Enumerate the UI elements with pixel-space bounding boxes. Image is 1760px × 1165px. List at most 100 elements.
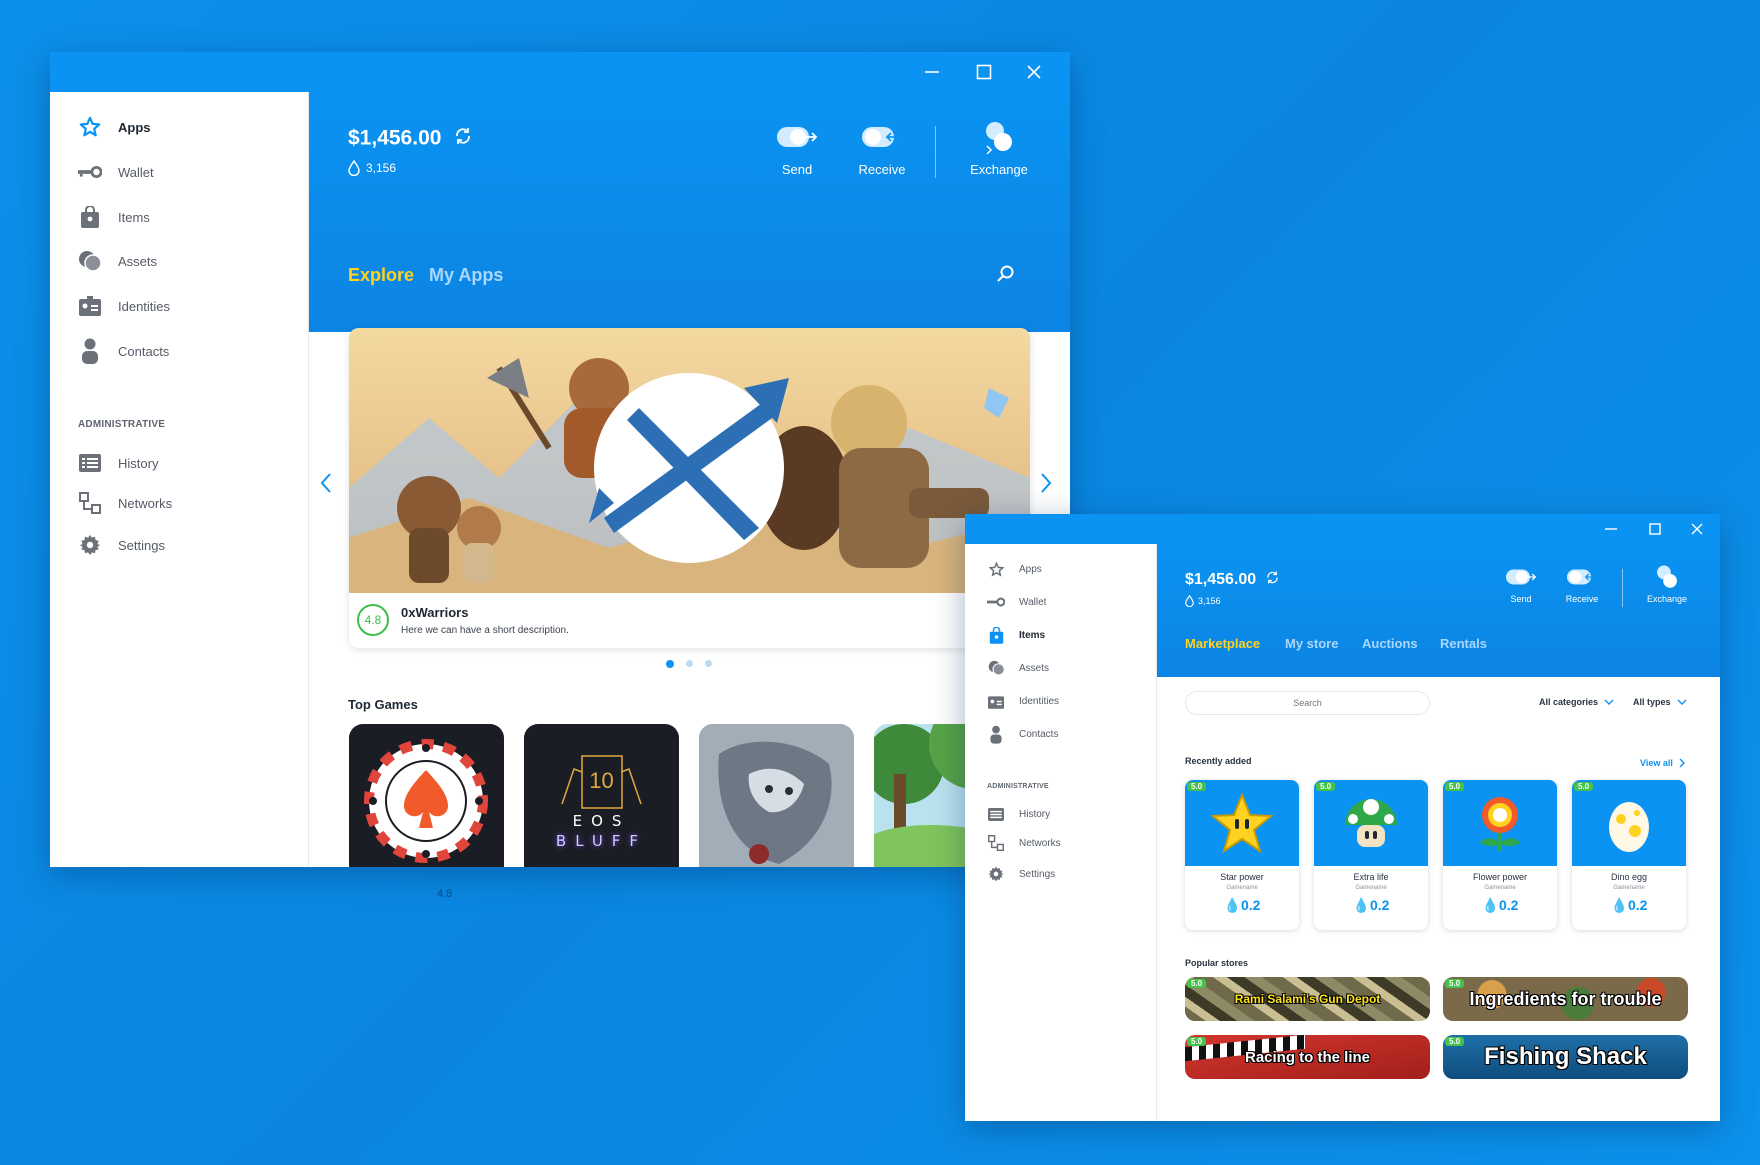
sidebar-item-networks[interactable]: Networks bbox=[987, 832, 1061, 854]
drop-icon: 💧 bbox=[1481, 897, 1499, 913]
sidebar-item-identities[interactable]: Identities bbox=[78, 291, 170, 321]
chevron-right-icon bbox=[1041, 473, 1052, 493]
maximize-button[interactable] bbox=[1640, 514, 1670, 544]
view-all-link[interactable]: View all bbox=[1640, 758, 1686, 768]
sidebar-item-history[interactable]: History bbox=[987, 803, 1050, 825]
send-button[interactable]: Send bbox=[1499, 566, 1543, 604]
send-button[interactable]: Send bbox=[767, 122, 827, 177]
sidebar-item-apps[interactable]: Apps bbox=[78, 112, 151, 142]
sidebar-item-label: Wallet bbox=[118, 164, 154, 180]
close-button[interactable] bbox=[1682, 514, 1712, 544]
sidebar-item-apps[interactable]: Apps bbox=[987, 558, 1042, 580]
key-icon bbox=[987, 597, 1005, 607]
sidebar-item-label: History bbox=[118, 455, 159, 471]
sidebar-item-networks[interactable]: Networks bbox=[78, 488, 172, 518]
carousel-dot-active[interactable] bbox=[666, 660, 674, 668]
person-icon bbox=[987, 725, 1005, 744]
chevron-left-icon bbox=[320, 473, 331, 493]
sidebar-item-settings[interactable]: Settings bbox=[987, 863, 1055, 885]
sidebar-item-identities[interactable]: Identities bbox=[987, 690, 1059, 712]
sidebar-item-label: Assets bbox=[1019, 662, 1050, 674]
tab-auctions[interactable]: Auctions bbox=[1362, 636, 1418, 651]
search-input[interactable] bbox=[1185, 691, 1430, 715]
rating-badge: 5.0 bbox=[1316, 782, 1336, 791]
sidebar-item-assets[interactable]: Assets bbox=[987, 657, 1049, 679]
sidebar-item-contacts[interactable]: Contacts bbox=[78, 336, 169, 366]
carousel-dot[interactable] bbox=[705, 660, 712, 667]
coins-icon bbox=[987, 660, 1005, 676]
token-balance: 3,156 bbox=[1185, 595, 1221, 607]
main-content: $1,456.00 3,156 Send Receive bbox=[309, 92, 1070, 867]
minimize-button[interactable] bbox=[912, 52, 952, 92]
exchange-button[interactable]: Exchange bbox=[957, 120, 1041, 177]
sidebar-item-items[interactable]: Items bbox=[78, 202, 150, 232]
search-icon[interactable] bbox=[996, 264, 1016, 289]
rating-badge: 5.0 bbox=[1187, 1037, 1207, 1046]
sidebar-item-wallet[interactable]: Wallet bbox=[987, 591, 1046, 613]
title-bar[interactable] bbox=[50, 52, 1070, 92]
chevron-right-icon bbox=[1679, 758, 1685, 768]
rating-badge: 5.0 bbox=[1187, 979, 1207, 988]
main-content: $1,456.00 3,156 Send Receive bbox=[1157, 544, 1720, 1121]
category-filter[interactable]: All categories bbox=[1539, 697, 1614, 707]
refresh-icon[interactable] bbox=[1265, 570, 1280, 590]
store-banner[interactable]: 5.0 Racing to the line bbox=[1185, 1035, 1430, 1079]
send-icon bbox=[767, 122, 827, 152]
game-tile-eos-bluff[interactable]: 10 EOS BLUFF bbox=[524, 724, 679, 867]
sidebar-item-items[interactable]: Items bbox=[987, 624, 1045, 646]
tab-my-apps[interactable]: My Apps bbox=[429, 265, 503, 286]
sidebar-item-settings[interactable]: Settings bbox=[78, 530, 165, 560]
tab-my-store[interactable]: My store bbox=[1285, 636, 1338, 651]
next-slide-button[interactable] bbox=[1039, 472, 1053, 499]
maximize-button[interactable] bbox=[964, 52, 1004, 92]
item-card[interactable]: 5.0 Flower power Gamename 💧0.2 bbox=[1443, 780, 1557, 930]
send-icon bbox=[1499, 566, 1543, 588]
item-price: 💧0.2 bbox=[1481, 897, 1519, 913]
game-tile-dragon[interactable] bbox=[699, 724, 854, 867]
game-tile-poker[interactable] bbox=[349, 724, 504, 867]
minimize-button[interactable] bbox=[1596, 514, 1626, 544]
store-banner[interactable]: 5.0 Rami Salami's Gun Depot bbox=[1185, 977, 1430, 1021]
drop-icon: 💧 bbox=[1610, 897, 1628, 913]
featured-card[interactable]: 4.8 0xWarriors Here we can have a short … bbox=[349, 328, 1030, 648]
sidebar-item-label: Contacts bbox=[118, 343, 170, 359]
receive-button[interactable]: Receive bbox=[1555, 566, 1609, 604]
rating-badge: 5.0 bbox=[1445, 1037, 1465, 1046]
item-name: Extra life bbox=[1353, 872, 1389, 882]
receive-icon bbox=[1555, 566, 1609, 588]
coins-icon bbox=[78, 250, 102, 272]
exchange-icon bbox=[1635, 564, 1699, 590]
close-button[interactable] bbox=[1014, 52, 1054, 92]
sidebar-item-history[interactable]: History bbox=[78, 448, 158, 478]
receive-button[interactable]: Receive bbox=[847, 122, 917, 177]
item-card[interactable]: 5.0 Star power Gamename 💧0.2 bbox=[1185, 780, 1299, 930]
type-filter[interactable]: All types bbox=[1633, 697, 1687, 707]
card-number: 10 bbox=[589, 768, 614, 793]
refresh-icon[interactable] bbox=[453, 126, 473, 152]
sidebar-item-wallet[interactable]: Wallet bbox=[78, 157, 154, 187]
carousel-dot[interactable] bbox=[686, 660, 693, 667]
item-card[interactable]: 5.0 Dino egg Gamename 💧0.2 bbox=[1572, 780, 1686, 930]
drop-icon: 💧 bbox=[1223, 897, 1241, 913]
id-card-icon bbox=[78, 296, 102, 316]
mushroom-icon bbox=[1345, 799, 1397, 847]
tab-rentals[interactable]: Rentals bbox=[1440, 636, 1487, 651]
store-name: Ingredients for trouble bbox=[1469, 988, 1662, 1009]
title-bar[interactable] bbox=[965, 514, 1720, 544]
store-banner[interactable]: 5.0 Ingredients for trouble bbox=[1443, 977, 1688, 1021]
tab-marketplace[interactable]: Marketplace bbox=[1185, 636, 1260, 651]
sidebar-item-label: Settings bbox=[1019, 868, 1056, 880]
item-card[interactable]: 5.0 Extra life Gamename 💧0.2 bbox=[1314, 780, 1428, 930]
exchange-button[interactable]: Exchange bbox=[1635, 564, 1699, 604]
maximize-icon bbox=[976, 64, 992, 80]
list-icon bbox=[78, 454, 102, 472]
network-icon bbox=[78, 492, 102, 514]
sidebar-item-contacts[interactable]: Contacts bbox=[987, 723, 1058, 745]
drop-icon bbox=[348, 160, 360, 176]
minimize-icon bbox=[1605, 528, 1617, 530]
sidebar-item-assets[interactable]: Assets bbox=[78, 246, 157, 276]
store-banner[interactable]: 5.0 Fishing Shack bbox=[1443, 1035, 1688, 1079]
prev-slide-button[interactable] bbox=[319, 472, 333, 499]
item-name: Dino egg bbox=[1610, 872, 1648, 882]
tab-explore[interactable]: Explore bbox=[348, 265, 414, 286]
